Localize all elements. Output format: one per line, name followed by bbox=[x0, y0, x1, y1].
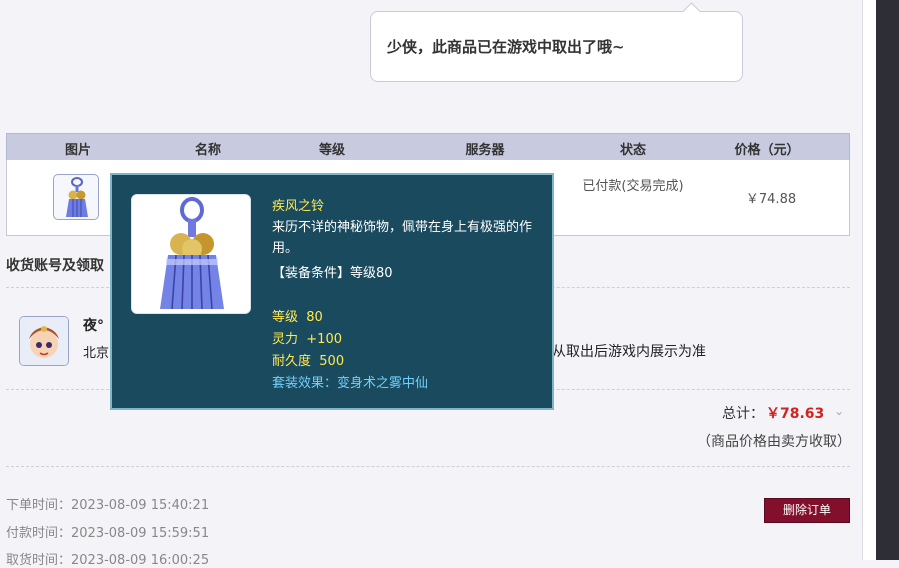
tooltip-stat-level: 等级 80 bbox=[272, 306, 323, 325]
pay-time-label: 付款时间： bbox=[6, 526, 72, 541]
header-server: 服务器 bbox=[465, 143, 505, 158]
avatar-icon bbox=[19, 316, 69, 366]
notice-message: 少侠，此商品已在游戏中取出了哦~ bbox=[387, 38, 625, 56]
item-thumbnail[interactable] bbox=[53, 174, 99, 220]
header-image: 图片 bbox=[64, 143, 92, 158]
total-label: 总计： bbox=[722, 406, 764, 422]
stat-label: 耐久度 bbox=[272, 354, 312, 369]
item-image bbox=[131, 194, 251, 314]
pickup-time-value: 2023-08-09 16:00:25 bbox=[71, 553, 210, 568]
pay-time-value: 2023-08-09 15:59:51 bbox=[71, 526, 210, 541]
order-price: ￥74.88 bbox=[745, 192, 797, 207]
chevron-down-icon[interactable]: ⌄ bbox=[834, 404, 844, 418]
total-amount: ￥78.63 bbox=[766, 406, 825, 422]
header-level: 等级 bbox=[318, 143, 346, 158]
divider bbox=[6, 466, 850, 467]
stat-label: 等级 bbox=[272, 310, 299, 325]
tooltip-requirement: 【装备条件】等级80 bbox=[272, 266, 393, 281]
stat-value: 500 bbox=[319, 354, 345, 369]
order-time-value: 2023-08-09 15:40:21 bbox=[71, 498, 210, 513]
right-edge-panel bbox=[876, 0, 899, 560]
pickup-time-label: 取货时间： bbox=[6, 553, 72, 568]
stat-label: 灵力 bbox=[272, 332, 299, 347]
tooltip-set-effect: 套装效果：变身术之雾中仙 bbox=[272, 376, 429, 391]
header-price: 价格（元） bbox=[734, 143, 800, 158]
pickup-time: 取货时间：2023-08-09 16:00:25 bbox=[6, 549, 209, 568]
bell-tassel-icon bbox=[160, 197, 224, 310]
seller-name: 夜° bbox=[83, 318, 104, 334]
header-name: 名称 bbox=[194, 143, 222, 158]
receive-section-title: 收货账号及领取 bbox=[6, 258, 104, 274]
tooltip-stat-durability: 耐久度 500 bbox=[272, 350, 344, 369]
order-time-label: 下单时间： bbox=[6, 498, 72, 513]
item-tooltip: 疾风之铃 来历不详的神秘饰物，佩带在身上有极强的作用。 【装备条件】等级80 等… bbox=[110, 173, 554, 410]
bubble-tip bbox=[682, 2, 701, 21]
header-status: 状态 bbox=[619, 143, 647, 158]
tooltip-stat-spirit: 灵力 +100 bbox=[272, 328, 342, 347]
stat-value: +100 bbox=[306, 332, 342, 347]
page-scroll-rail bbox=[862, 0, 877, 560]
stat-value: 80 bbox=[306, 310, 323, 325]
notice-bubble: 少侠，此商品已在游戏中取出了哦~ bbox=[370, 2, 743, 82]
total-note: （商品价格由卖方收取） bbox=[697, 434, 851, 450]
seller-note: 从取出后游戏内展示为准 bbox=[552, 344, 706, 360]
pay-time: 付款时间：2023-08-09 15:59:51 bbox=[6, 522, 209, 541]
order-table-header: 图片 名称 等级 服务器 状态 价格（元） bbox=[6, 133, 850, 161]
total-summary: 总计： ￥78.63 bbox=[722, 403, 824, 423]
order-time: 下单时间：2023-08-09 15:40:21 bbox=[6, 494, 209, 513]
order-status: 已付款(交易完成) bbox=[582, 179, 684, 194]
seller-location: 北京 bbox=[83, 346, 110, 361]
tooltip-item-description: 来历不详的神秘饰物，佩带在身上有极强的作用。 bbox=[272, 220, 533, 256]
tooltip-item-name: 疾风之铃 bbox=[272, 199, 325, 214]
bell-tassel-icon bbox=[66, 177, 88, 217]
delete-order-button[interactable]: 删除订单 bbox=[764, 498, 850, 523]
